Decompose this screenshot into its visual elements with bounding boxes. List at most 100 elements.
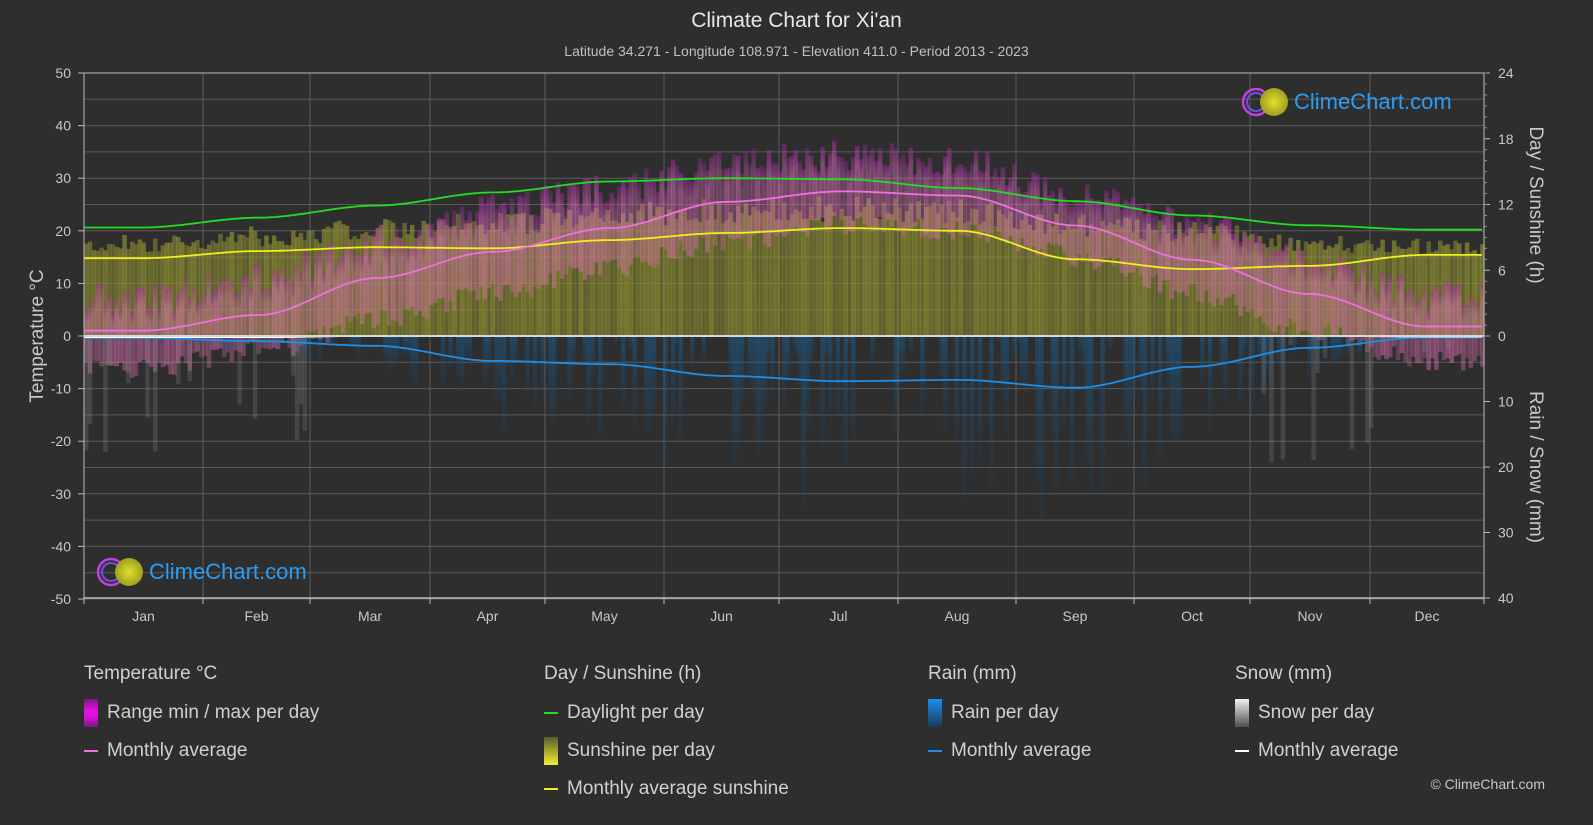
temperature-range-bar — [540, 188, 545, 285]
sunshine-bar — [966, 221, 971, 336]
temperature-range-bar — [1414, 301, 1420, 364]
rain-bar — [456, 336, 461, 377]
rain-bar — [1127, 336, 1132, 453]
temperature-range-bar — [1319, 267, 1324, 341]
temperature-range-bar — [310, 277, 315, 333]
rain-bar — [463, 336, 469, 358]
temperature-range-bar — [900, 154, 906, 237]
temperature-range-bar — [659, 170, 664, 247]
temperature-range-bar — [870, 148, 875, 232]
temperature-range-bar — [893, 148, 898, 221]
temperature-range-bar — [647, 181, 653, 266]
snow-bar — [1288, 336, 1293, 346]
temperature-range-bar — [1261, 248, 1266, 324]
legend-item: Range min / max per day — [84, 699, 319, 727]
rain-bar — [751, 336, 756, 397]
temperature-range-bar — [989, 176, 994, 235]
temperature-range-bar — [114, 298, 120, 367]
sunshine-bar — [858, 211, 864, 336]
temperature-range-bar — [1012, 163, 1017, 244]
temperature-range-bar — [1169, 208, 1174, 300]
temperature-range-bar — [636, 183, 641, 257]
temperature-range-bar — [1253, 233, 1259, 318]
rain-bar — [701, 336, 706, 360]
temperature-range-bar — [555, 182, 561, 271]
rain-bar — [513, 336, 519, 363]
rain-bar — [567, 336, 572, 402]
rain-bar — [1069, 336, 1075, 485]
logo-bottom-left[interactable]: ClimeChart.com — [95, 556, 307, 588]
rain-bar — [732, 336, 737, 470]
temperature-range-bar — [1100, 206, 1105, 264]
sunshine-bar — [973, 209, 979, 336]
sunshine-bar — [977, 224, 983, 336]
x-tick-label: May — [591, 608, 617, 624]
rain-bar — [663, 336, 668, 468]
temperature-range-bar — [697, 158, 703, 237]
temperature-range-bar — [912, 174, 917, 227]
temperature-range-bar — [981, 172, 986, 232]
temperature-range-bar — [1441, 284, 1447, 361]
rain-bar — [1000, 336, 1006, 396]
y-tick-label-left: 50 — [55, 65, 71, 81]
temperature-range-bar — [1077, 202, 1082, 256]
rain-bar — [797, 336, 802, 386]
temperature-range-bar — [1042, 177, 1048, 258]
temperature-range-bar — [1311, 264, 1316, 337]
rain-bar — [736, 336, 741, 448]
snow-bar — [1269, 336, 1274, 463]
rain-bar — [1123, 336, 1128, 428]
legend-title: Snow (mm) — [1235, 663, 1333, 684]
rain-bar — [762, 336, 768, 409]
rain-bar — [229, 336, 235, 353]
temperature-range-bar — [1430, 290, 1435, 359]
temperature-range-bar — [820, 146, 825, 218]
rain-bar — [1004, 336, 1009, 432]
sunshine-bar — [820, 221, 825, 336]
temperature-range-bar — [1437, 293, 1443, 352]
temperature-range-bar — [597, 192, 603, 276]
sunshine-bar — [847, 215, 852, 336]
snow-bar — [1315, 336, 1320, 373]
temperature-range-bar — [110, 312, 116, 366]
snow-bar — [187, 336, 192, 382]
temperature-range-bar — [344, 243, 350, 317]
temperature-range-bar — [973, 150, 979, 225]
legend-item: Rain per day — [928, 699, 1091, 727]
temperature-range-bar — [751, 148, 756, 236]
snow-bar — [145, 336, 150, 418]
temperature-range-bar — [985, 151, 990, 243]
temperature-range-bar — [1081, 200, 1086, 262]
rain-bar — [1200, 336, 1205, 387]
temperature-range-bar — [962, 167, 967, 236]
temperature-range-bar — [601, 203, 607, 261]
rain-bar — [632, 336, 637, 427]
temperature-range-bar — [183, 277, 189, 364]
rain-bar — [920, 336, 925, 415]
rain-bar — [317, 336, 323, 363]
y-tick-label-right-mm: 10 — [1498, 394, 1514, 410]
temperature-range-bar — [1184, 217, 1190, 297]
temperature-range-bar — [471, 226, 476, 291]
rain-bar — [387, 336, 392, 371]
rain-bar — [509, 336, 515, 379]
temperature-range-bar — [1476, 303, 1481, 356]
temperature-range-bar — [586, 177, 591, 275]
sunshine-bar — [981, 221, 986, 336]
sunshine-average-line-icon — [544, 788, 558, 790]
temperature-range-bar — [774, 163, 779, 236]
temperature-range-bar — [1204, 226, 1209, 291]
temperature-range-bar — [739, 173, 745, 240]
rain-bar — [1088, 336, 1094, 492]
temperature-range-bar — [889, 143, 894, 227]
y-axis-right-top-title: Day / Sunshine (h) — [1525, 126, 1546, 283]
rain-bar — [820, 336, 825, 449]
sunshine-bar — [889, 214, 894, 336]
rain-bar — [801, 336, 806, 510]
temperature-range-bar — [494, 209, 499, 298]
logo-top-right[interactable]: ClimeChart.com — [1240, 86, 1452, 118]
temperature-range-bar — [1434, 285, 1439, 370]
sunshine-bar — [943, 223, 948, 336]
y-tick-label-left: -50 — [51, 591, 71, 607]
y-tick-label-left: -10 — [51, 381, 71, 397]
